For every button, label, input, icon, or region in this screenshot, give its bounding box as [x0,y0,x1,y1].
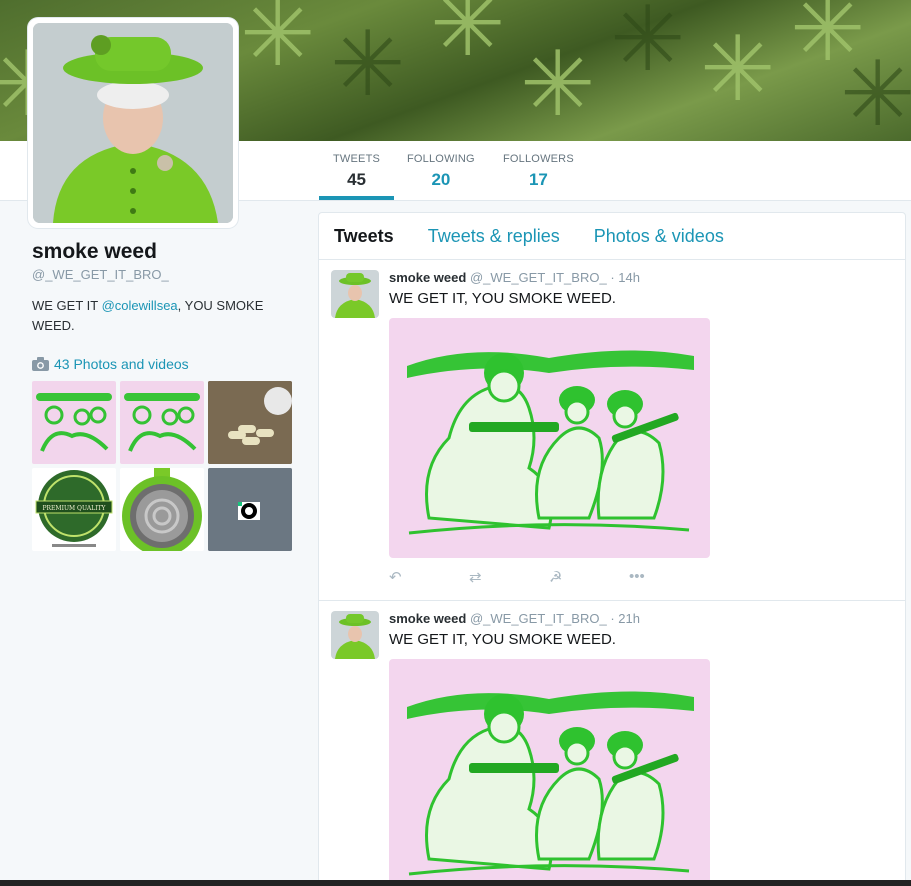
bio-mention-link[interactable]: @colewillsea [102,298,178,313]
leaf-icon: ✳ [610,0,686,90]
video-thumb[interactable] [208,468,292,551]
tweet-avatar[interactable] [331,270,379,318]
stat-following[interactable]: FOLLOWING 20 [407,153,475,190]
stat-followers[interactable]: FOLLOWERS 17 [503,153,574,190]
tweet-text: WE GET IT, YOU SMOKE WEED. [389,290,616,307]
profile-avatar[interactable] [28,18,238,228]
stat-value: 20 [431,170,451,189]
photo-grid: PREMIUM QUALITY [32,381,293,551]
avatar-image [33,23,233,223]
avatar [33,23,233,223]
photo-thumb[interactable] [120,381,204,464]
tweet[interactable]: smoke weed @_WE_GET_IT_BRO_ · 14h WE GET… [319,260,905,601]
timeline: Tweets Tweets & replies Photos & videos … [318,212,906,886]
tweet-text: WE GET IT, YOU SMOKE WEED. [389,631,616,648]
tweet-header: smoke weed @_WE_GET_IT_BRO_ · 14h [389,270,640,285]
stat-tweets[interactable]: TWEETS 45 [318,153,395,200]
photos-count-label: 43 Photos and videos [54,356,189,372]
photo-thumb[interactable] [32,381,116,464]
window-bottom-edge [0,880,911,886]
photos-and-videos-link[interactable]: 43 Photos and videos [32,356,189,372]
tweet-avatar[interactable] [331,611,379,659]
leaf-icon: ✳ [700,20,776,120]
stat-label: TWEETS [333,153,381,165]
tweet-header: smoke weed @_WE_GET_IT_BRO_ · 21h [389,611,640,626]
leaf-icon: ✳ [330,15,406,115]
tab-photos-and-videos[interactable]: Photos & videos [594,226,724,247]
premium-quality-badge: PREMIUM QUALITY [43,505,107,512]
photo-thumb[interactable]: PREMIUM QUALITY [32,468,116,551]
timeline-tabs: Tweets Tweets & replies Photos & videos [319,213,905,260]
stat-value: 45 [347,170,366,189]
leaf-icon: ✳ [840,45,911,141]
leaf-icon: ✳ [520,35,596,135]
retweet-icon[interactable]: ⇄ [469,568,549,586]
stat-label: FOLLOWING [407,153,475,165]
tweet-media[interactable] [389,659,710,886]
tweet-author-name[interactable]: smoke weed [389,611,466,626]
reply-icon[interactable]: ↶ [389,568,469,586]
leaf-icon: ✳ [430,0,506,75]
tweet-timestamp[interactable]: · 14h [610,270,640,285]
more-icon[interactable]: ••• [629,568,709,586]
tweet-author-handle[interactable]: @_WE_GET_IT_BRO_ [470,611,607,626]
tweet-author-handle[interactable]: @_WE_GET_IT_BRO_ [470,270,607,285]
stat-value: 17 [528,170,548,189]
profile-handle[interactable]: @_WE_GET_IT_BRO_ [32,267,292,282]
like-icon[interactable]: ☭ [549,568,629,586]
tweet[interactable]: smoke weed @_WE_GET_IT_BRO_ · 21h WE GET… [319,601,905,886]
profile-name[interactable]: smoke weed [32,240,292,264]
profile-bio: WE GET IT @colewillsea, YOU SMOKE WEED. [32,296,292,336]
tweet-author-name[interactable]: smoke weed [389,270,466,285]
bio-text: WE GET IT [32,298,102,313]
tweet-timestamp[interactable]: · 21h [610,611,640,626]
tweet-media[interactable] [389,318,710,558]
stat-label: FOLLOWERS [503,153,574,165]
leaf-icon: ✳ [240,0,316,85]
photo-thumb[interactable] [208,381,292,464]
tab-tweets-and-replies[interactable]: Tweets & replies [428,226,560,247]
tab-tweets[interactable]: Tweets [334,226,394,247]
tweet-actions: ↶ ⇄ ☭ ••• [389,568,709,586]
photo-thumb[interactable] [120,468,204,551]
profile-card: smoke weed @_WE_GET_IT_BRO_ WE GET IT @c… [32,240,292,336]
camera-icon [32,357,49,371]
